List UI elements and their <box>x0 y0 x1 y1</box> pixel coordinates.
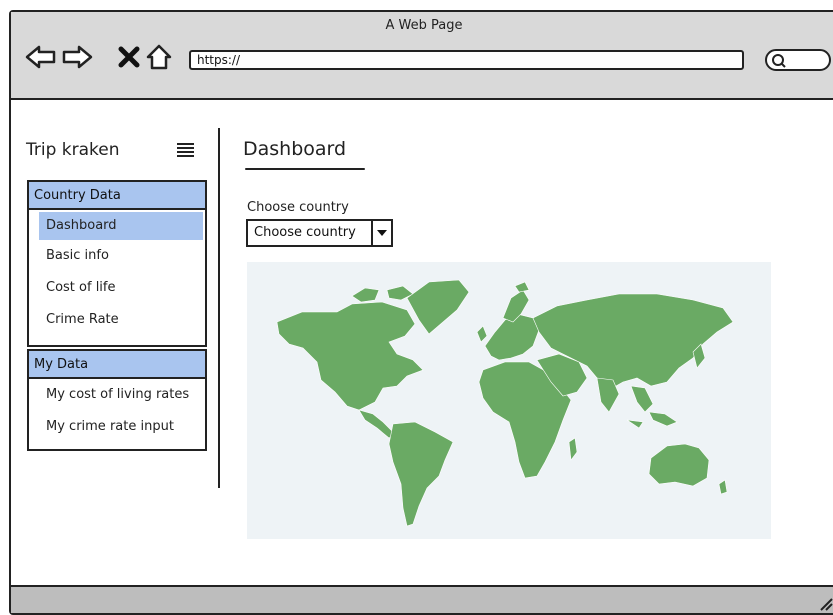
title-underline <box>245 168 365 170</box>
window-title: A Web Page <box>385 18 463 33</box>
group-header-my-data[interactable]: My Data <box>29 351 205 379</box>
search-icon <box>772 54 786 68</box>
url-bar[interactable]: https:// <box>189 50 744 70</box>
sidebar-item-dashboard[interactable]: Dashboard <box>39 212 203 240</box>
sidebar-item-my-cost-of-living[interactable]: My cost of living rates <box>29 379 205 411</box>
chevron-down-icon[interactable] <box>371 221 391 245</box>
close-x-icon[interactable] <box>113 42 145 72</box>
back-arrow-icon[interactable] <box>25 42 57 72</box>
resize-handle-icon[interactable] <box>819 597 833 611</box>
search-button[interactable] <box>765 49 831 71</box>
home-icon[interactable] <box>143 42 175 72</box>
sidebar-item-basic-info[interactable]: Basic info <box>29 240 205 272</box>
page-title: Dashboard <box>243 138 347 160</box>
world-map[interactable] <box>247 262 771 539</box>
forward-arrow-icon[interactable] <box>61 42 93 72</box>
group-header-country-data[interactable]: Country Data <box>29 182 205 210</box>
country-label: Choose country <box>247 200 349 215</box>
app-brand: Trip kraken <box>26 140 120 160</box>
hamburger-menu-icon[interactable] <box>177 143 194 157</box>
sidebar-item-my-crime-rate[interactable]: My crime rate input <box>29 411 205 443</box>
sidebar-divider <box>218 128 220 488</box>
browser-toolbar: A Web Page https:// <box>11 12 833 100</box>
country-select-value: Choose country <box>254 225 356 240</box>
sidebar-item-cost-of-life[interactable]: Cost of life <box>29 272 205 304</box>
country-data-group: Country Data Dashboard Basic info Cost o… <box>27 180 207 347</box>
country-select[interactable]: Choose country <box>246 219 393 247</box>
status-bar <box>11 585 833 613</box>
sidebar-item-crime-rate[interactable]: Crime Rate <box>29 304 205 336</box>
my-data-group: My Data My cost of living rates My crime… <box>27 349 207 451</box>
